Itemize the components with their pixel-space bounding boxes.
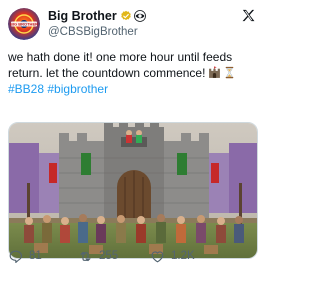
like-count: 1.2K (171, 250, 195, 262)
account-handle[interactable]: @CBSBigBrother (48, 26, 138, 38)
account-avatar[interactable]: BIG BROTHER (8, 8, 40, 40)
like-action[interactable]: 1.2K (150, 249, 195, 264)
tweet-text-line-2: return. let the countdown commence! (8, 65, 263, 81)
reply-action[interactable]: 81 (8, 249, 78, 264)
name-row: Big Brother (48, 9, 146, 23)
castle-emoji-icon (209, 66, 221, 78)
retweet-action[interactable]: 255 (78, 249, 150, 264)
tweet-actions: 81 255 1.2K (8, 246, 258, 266)
x-logo-icon[interactable] (241, 8, 256, 23)
tweet-text-line-2-text: return. let the countdown commence! (8, 66, 206, 80)
tweet-header: BIG BROTHER Big Brother @CBSBigBrother (8, 6, 258, 40)
retweet-count: 255 (99, 250, 119, 262)
retweet-icon (80, 251, 91, 261)
avatar-text: BIG BROTHER (10, 22, 38, 27)
castle-set-photo (9, 123, 257, 258)
reply-count: 81 (29, 250, 42, 262)
tweet-hashtags: #BB28 #bigbrother (8, 81, 263, 97)
heart-icon (151, 250, 164, 262)
tweet-text-line-1: we hath done it! one more hour until fee… (8, 50, 233, 64)
hourglass-emoji-icon (226, 66, 234, 79)
big-brother-logo-icon: BIG BROTHER (8, 8, 40, 40)
tweet-text: we hath done it! one more hour until fee… (8, 49, 263, 97)
display-name[interactable]: Big Brother (48, 9, 117, 23)
cbs-eye-icon (133, 10, 146, 22)
hashtag-bigbrother[interactable]: #bigbrother (47, 82, 108, 96)
verified-badge-icon (121, 10, 131, 21)
hashtag-bb28[interactable]: #BB28 (8, 82, 44, 96)
emoji-group (208, 66, 236, 79)
tweet-media-image[interactable] (8, 122, 258, 259)
reply-icon (9, 250, 22, 263)
